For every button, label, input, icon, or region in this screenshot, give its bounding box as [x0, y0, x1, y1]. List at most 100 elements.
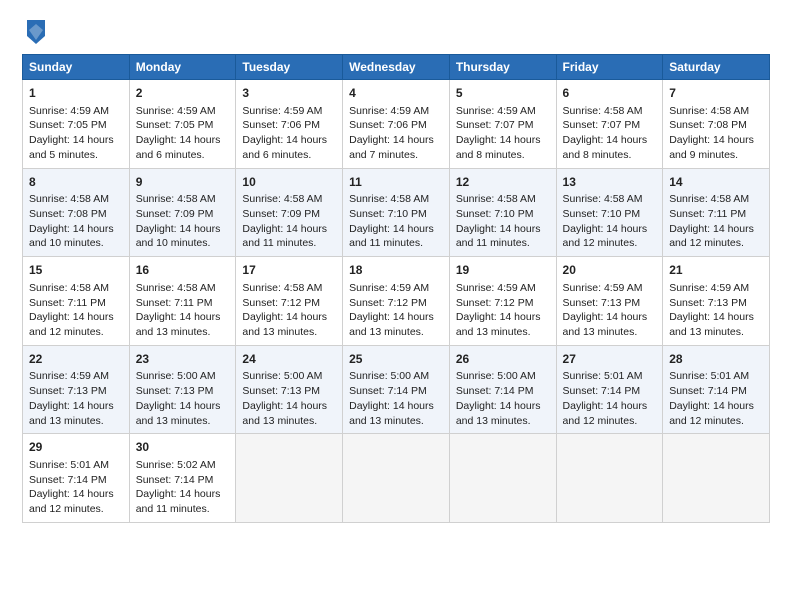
sunset-text: Sunset: 7:05 PM — [136, 119, 214, 131]
sunset-text: Sunset: 7:07 PM — [563, 119, 641, 131]
sunset-text: Sunset: 7:13 PM — [136, 385, 214, 397]
calendar-cell: 22Sunrise: 4:59 AMSunset: 7:13 PMDayligh… — [23, 345, 130, 434]
sunset-text: Sunset: 7:12 PM — [456, 297, 534, 309]
calendar-cell: 12Sunrise: 4:58 AMSunset: 7:10 PMDayligh… — [449, 168, 556, 257]
day-number: 7 — [669, 85, 763, 102]
daylight-text: Daylight: 14 hours and 12 minutes. — [563, 400, 648, 427]
header-row: Sunday Monday Tuesday Wednesday Thursday… — [23, 55, 770, 80]
sunrise-text: Sunrise: 5:01 AM — [29, 459, 109, 471]
calendar-cell: 5Sunrise: 4:59 AMSunset: 7:07 PMDaylight… — [449, 80, 556, 169]
sunset-text: Sunset: 7:14 PM — [349, 385, 427, 397]
daylight-text: Daylight: 14 hours and 12 minutes. — [29, 311, 114, 338]
sunrise-text: Sunrise: 4:58 AM — [563, 193, 643, 205]
sunrise-text: Sunrise: 5:01 AM — [669, 370, 749, 382]
sunset-text: Sunset: 7:08 PM — [29, 208, 107, 220]
calendar-cell: 9Sunrise: 4:58 AMSunset: 7:09 PMDaylight… — [129, 168, 236, 257]
calendar-cell: 27Sunrise: 5:01 AMSunset: 7:14 PMDayligh… — [556, 345, 663, 434]
sunset-text: Sunset: 7:10 PM — [349, 208, 427, 220]
calendar-cell: 6Sunrise: 4:58 AMSunset: 7:07 PMDaylight… — [556, 80, 663, 169]
sunset-text: Sunset: 7:09 PM — [136, 208, 214, 220]
daylight-text: Daylight: 14 hours and 13 minutes. — [136, 400, 221, 427]
calendar-cell: 13Sunrise: 4:58 AMSunset: 7:10 PMDayligh… — [556, 168, 663, 257]
sunset-text: Sunset: 7:13 PM — [669, 297, 747, 309]
calendar-cell: 16Sunrise: 4:58 AMSunset: 7:11 PMDayligh… — [129, 257, 236, 346]
calendar-cell: 23Sunrise: 5:00 AMSunset: 7:13 PMDayligh… — [129, 345, 236, 434]
day-number: 23 — [136, 351, 230, 368]
calendar-cell: 24Sunrise: 5:00 AMSunset: 7:13 PMDayligh… — [236, 345, 343, 434]
sunrise-text: Sunrise: 5:01 AM — [563, 370, 643, 382]
sunrise-text: Sunrise: 5:00 AM — [456, 370, 536, 382]
day-number: 5 — [456, 85, 550, 102]
calendar-cell: 26Sunrise: 5:00 AMSunset: 7:14 PMDayligh… — [449, 345, 556, 434]
calendar-cell: 21Sunrise: 4:59 AMSunset: 7:13 PMDayligh… — [663, 257, 770, 346]
day-number: 27 — [563, 351, 657, 368]
calendar-cell: 20Sunrise: 4:59 AMSunset: 7:13 PMDayligh… — [556, 257, 663, 346]
sunrise-text: Sunrise: 4:59 AM — [563, 282, 643, 294]
sunrise-text: Sunrise: 4:58 AM — [29, 282, 109, 294]
calendar-cell: 19Sunrise: 4:59 AMSunset: 7:12 PMDayligh… — [449, 257, 556, 346]
sunset-text: Sunset: 7:14 PM — [669, 385, 747, 397]
sunset-text: Sunset: 7:10 PM — [456, 208, 534, 220]
daylight-text: Daylight: 14 hours and 7 minutes. — [349, 134, 434, 161]
sunrise-text: Sunrise: 5:00 AM — [242, 370, 322, 382]
sunset-text: Sunset: 7:06 PM — [242, 119, 320, 131]
sunrise-text: Sunrise: 4:59 AM — [669, 282, 749, 294]
calendar-cell: 11Sunrise: 4:58 AMSunset: 7:10 PMDayligh… — [343, 168, 450, 257]
calendar-cell: 10Sunrise: 4:58 AMSunset: 7:09 PMDayligh… — [236, 168, 343, 257]
daylight-text: Daylight: 14 hours and 13 minutes. — [456, 400, 541, 427]
daylight-text: Daylight: 14 hours and 10 minutes. — [136, 223, 221, 250]
calendar-cell: 30Sunrise: 5:02 AMSunset: 7:14 PMDayligh… — [129, 434, 236, 523]
day-number: 22 — [29, 351, 123, 368]
calendar-cell: 25Sunrise: 5:00 AMSunset: 7:14 PMDayligh… — [343, 345, 450, 434]
sunset-text: Sunset: 7:11 PM — [136, 297, 213, 309]
day-number: 29 — [29, 439, 123, 456]
calendar-cell: 14Sunrise: 4:58 AMSunset: 7:11 PMDayligh… — [663, 168, 770, 257]
daylight-text: Daylight: 14 hours and 5 minutes. — [29, 134, 114, 161]
sunrise-text: Sunrise: 4:59 AM — [456, 282, 536, 294]
daylight-text: Daylight: 14 hours and 13 minutes. — [669, 311, 754, 338]
day-number: 26 — [456, 351, 550, 368]
daylight-text: Daylight: 14 hours and 6 minutes. — [242, 134, 327, 161]
sunset-text: Sunset: 7:14 PM — [29, 474, 107, 486]
sunrise-text: Sunrise: 4:59 AM — [242, 105, 322, 117]
daylight-text: Daylight: 14 hours and 13 minutes. — [349, 311, 434, 338]
sunrise-text: Sunrise: 4:59 AM — [456, 105, 536, 117]
calendar-week-row: 15 Sunrise: 4:58 AM Sunset: 7:11 PM Dayligh… — [23, 257, 770, 346]
sunrise-text: Sunrise: 4:59 AM — [29, 370, 109, 382]
day-number: 19 — [456, 262, 550, 279]
day-number: 2 — [136, 85, 230, 102]
calendar-cell: 8Sunrise: 4:58 AMSunset: 7:08 PMDaylight… — [23, 168, 130, 257]
calendar-cell — [663, 434, 770, 523]
logo — [22, 18, 47, 48]
daylight-text: Daylight: 14 hours and 11 minutes. — [349, 223, 434, 250]
sunset-text: Sunset: 7:09 PM — [242, 208, 320, 220]
calendar-week-row: 8Sunrise: 4:58 AMSunset: 7:08 PMDaylight… — [23, 168, 770, 257]
page: Sunday Monday Tuesday Wednesday Thursday… — [0, 0, 792, 612]
sunrise-text: Sunrise: 4:58 AM — [136, 282, 216, 294]
day-number: 3 — [242, 85, 336, 102]
sunset-text: Sunset: 7:13 PM — [29, 385, 107, 397]
day-number: 17 — [242, 262, 336, 279]
daylight-text: Daylight: 14 hours and 12 minutes. — [669, 400, 754, 427]
sunrise-text: Sunrise: 4:59 AM — [349, 105, 429, 117]
sunset-text: Sunset: 7:05 PM — [29, 119, 107, 131]
daylight-text: Daylight: 14 hours and 8 minutes. — [563, 134, 648, 161]
day-number: 1 — [29, 85, 123, 102]
calendar-cell: 4Sunrise: 4:59 AMSunset: 7:06 PMDaylight… — [343, 80, 450, 169]
day-number: 13 — [563, 174, 657, 191]
daylight-text: Daylight: 14 hours and 11 minutes. — [242, 223, 327, 250]
sunrise-text: Sunrise: 4:59 AM — [136, 105, 216, 117]
day-number: 10 — [242, 174, 336, 191]
sunrise-text: Sunrise: 4:58 AM — [456, 193, 536, 205]
calendar-table: Sunday Monday Tuesday Wednesday Thursday… — [22, 54, 770, 523]
sunrise-text: Sunrise: 4:58 AM — [29, 193, 109, 205]
day-number: 9 — [136, 174, 230, 191]
daylight-text: Daylight: 14 hours and 9 minutes. — [669, 134, 754, 161]
calendar-cell: 17Sunrise: 4:58 AMSunset: 7:12 PMDayligh… — [236, 257, 343, 346]
daylight-text: Daylight: 14 hours and 13 minutes. — [136, 311, 221, 338]
day-number: 18 — [349, 262, 443, 279]
day-number: 15 — [29, 262, 123, 279]
calendar-cell: 28Sunrise: 5:01 AMSunset: 7:14 PMDayligh… — [663, 345, 770, 434]
calendar-week-row: 1 Sunrise: 4:59 AM Sunset: 7:05 PM Daylight… — [23, 80, 770, 169]
daylight-text: Daylight: 14 hours and 11 minutes. — [136, 488, 221, 515]
